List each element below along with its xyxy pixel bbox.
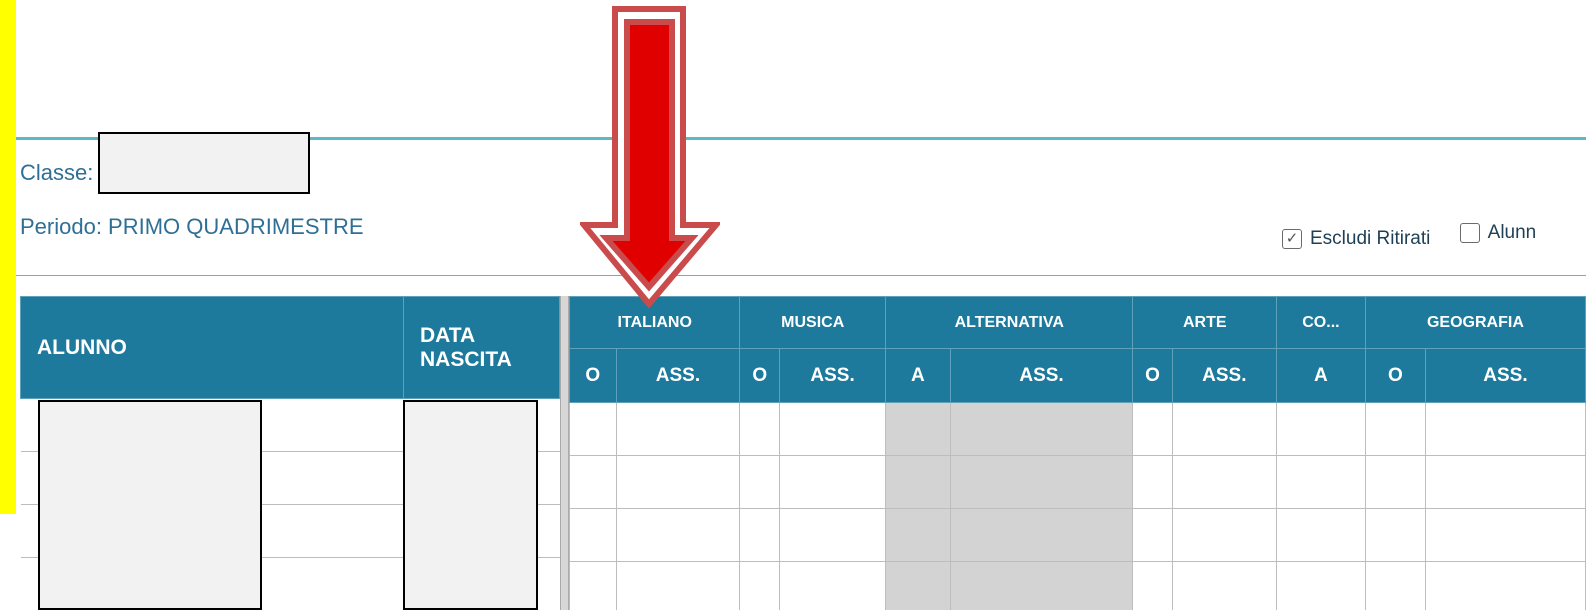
disabled-cell [949, 508, 1134, 562]
grade-cell[interactable] [1275, 561, 1366, 610]
class-redacted-field [98, 132, 310, 194]
disabled-cell [949, 455, 1134, 509]
grades-table: ITALIANO MUSICA ALTERNATIVA ARTE CO... G… [568, 296, 1586, 610]
escludi-ritirati-label: Escludi Ritirati [1310, 227, 1431, 249]
grade-cell[interactable] [1132, 402, 1173, 456]
birthdate-redacted [403, 400, 538, 610]
disabled-cell [885, 402, 951, 456]
grade-cell[interactable] [1364, 561, 1426, 610]
header-separator [16, 275, 1586, 276]
grade-cell[interactable] [1424, 455, 1586, 509]
grade-cell[interactable] [1132, 561, 1173, 610]
grade-cell[interactable] [779, 402, 887, 456]
disabled-cell [949, 402, 1134, 456]
grade-cell[interactable] [779, 508, 887, 562]
grade-cell[interactable] [1364, 402, 1426, 456]
grade-cell[interactable] [1275, 455, 1366, 509]
grade-cell[interactable] [615, 561, 741, 610]
grade-cell[interactable] [1364, 508, 1426, 562]
subheader-ass: ASS. [779, 348, 887, 403]
subheader-a: A [1275, 348, 1366, 403]
subject-alternativa[interactable]: ALTERNATIVA [885, 296, 1134, 349]
grade-cell[interactable] [569, 508, 617, 562]
grade-cell[interactable] [569, 561, 617, 610]
grade-cell[interactable] [779, 561, 887, 610]
subheader-o: O [739, 348, 781, 403]
subheader-o: O [569, 348, 617, 403]
subheader-ass: ASS. [949, 348, 1134, 403]
escludi-ritirati-filter[interactable]: ✓ Escludi Ritirati [1282, 228, 1430, 250]
disabled-cell [949, 561, 1134, 610]
grade-cell[interactable] [615, 455, 741, 509]
subject-arte[interactable]: ARTE [1132, 296, 1277, 349]
grade-cell[interactable] [739, 455, 781, 509]
column-header-alunno[interactable]: ALUNNO [20, 296, 404, 399]
grade-cell[interactable] [1424, 508, 1586, 562]
subheader-ass: ASS. [1424, 348, 1586, 403]
student-name-redacted [38, 400, 262, 610]
grade-cell[interactable] [1171, 561, 1277, 610]
subheader-ass: ASS. [615, 348, 741, 403]
subject-musica[interactable]: MUSICA [739, 296, 887, 349]
red-down-arrow-icon [580, 6, 720, 308]
yellow-side-bar [0, 0, 16, 514]
disabled-cell [885, 508, 951, 562]
alunni-label: Alunn [1487, 222, 1537, 243]
grade-cell[interactable] [1275, 508, 1366, 562]
class-label: Classe: [20, 160, 94, 185]
alunni-filter[interactable]: Alunn [1459, 222, 1537, 244]
subheader-ass: ASS. [1171, 348, 1277, 403]
grade-cell[interactable] [779, 455, 887, 509]
period-label: Periodo: PRIMO QUADRIMESTRE [20, 214, 364, 239]
grade-cell[interactable] [739, 402, 781, 456]
grade-cell[interactable] [569, 402, 617, 456]
grade-cell[interactable] [1364, 455, 1426, 509]
pane-splitter[interactable] [560, 296, 569, 610]
grade-cell[interactable] [1275, 402, 1366, 456]
subject-geografia[interactable]: GEOGRAFIA [1364, 296, 1586, 349]
grade-cell[interactable] [1132, 508, 1173, 562]
grade-cell[interactable] [1132, 455, 1173, 509]
table-row [569, 455, 1586, 509]
grade-cell[interactable] [569, 455, 617, 509]
grade-cell[interactable] [1171, 402, 1277, 456]
filter-bar: ✓ Escludi Ritirati Alunn [1282, 222, 1560, 250]
grade-cell[interactable] [1171, 455, 1277, 509]
column-header-data-nascita[interactable]: DATA NASCITA [403, 296, 560, 399]
disabled-cell [885, 561, 951, 610]
grade-cell[interactable] [739, 561, 781, 610]
subheader-o: O [1364, 348, 1426, 403]
grade-cell[interactable] [1171, 508, 1277, 562]
table-row [569, 402, 1586, 456]
checked-checkbox-icon[interactable]: ✓ [1282, 228, 1302, 249]
unchecked-checkbox-icon[interactable] [1459, 223, 1480, 243]
grade-cell[interactable] [739, 508, 781, 562]
subheader-a: A [885, 348, 951, 403]
grade-cell[interactable] [615, 508, 741, 562]
subheader-o: O [1132, 348, 1173, 403]
disabled-cell [885, 455, 951, 509]
table-row [569, 561, 1586, 610]
grades-grid: ALUNNO DATA NASCITA ITALIANO MUSICA ALTE… [20, 296, 1586, 610]
table-row [569, 508, 1586, 562]
grade-cell[interactable] [1424, 561, 1586, 610]
grade-cell[interactable] [1424, 402, 1586, 456]
grade-cell[interactable] [615, 402, 741, 456]
subject-co[interactable]: CO... [1275, 296, 1366, 349]
